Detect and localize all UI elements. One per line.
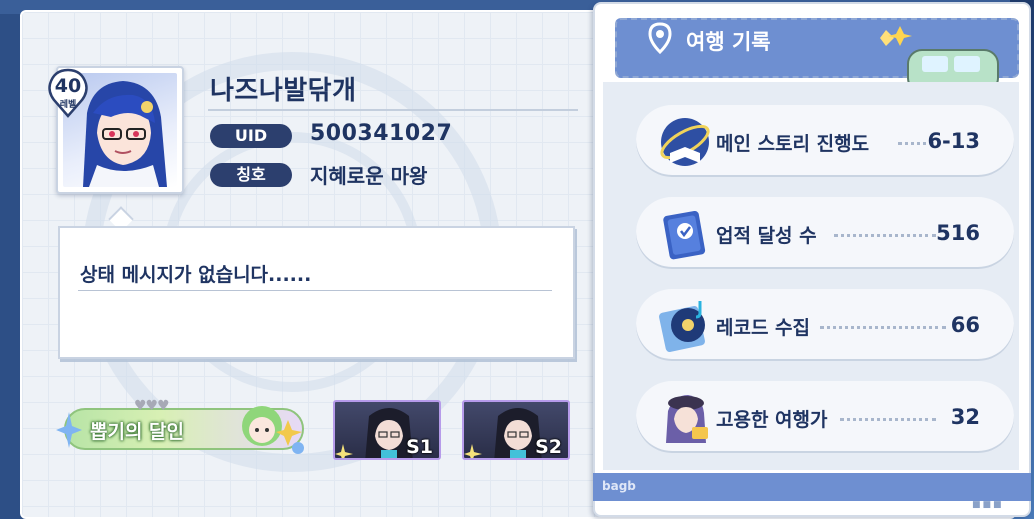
- s2-label: S2: [535, 436, 562, 458]
- level-label: 레벨: [59, 100, 77, 110]
- stat-achievements[interactable]: 업적 달성 수 516: [636, 197, 1014, 269]
- stat-label: 메인 스토리 진행도: [716, 133, 870, 155]
- sparkle-icon: [56, 412, 82, 448]
- level-number: 40: [54, 75, 82, 97]
- stat-main-story[interactable]: 메인 스토리 진행도 6-13: [636, 105, 1014, 177]
- travel-log-footer: [593, 473, 1031, 501]
- stat-label: 레코드 수집: [716, 317, 811, 339]
- stat-records[interactable]: 레코드 수집 66: [636, 289, 1014, 361]
- uid-label-pill: UID: [210, 124, 292, 148]
- character-chibi-icon: [242, 406, 304, 454]
- status-message: 상태 메시지가 없습니다......: [80, 264, 312, 286]
- footer-brand: bagb: [602, 479, 636, 493]
- s1-label: S1: [406, 436, 433, 458]
- traveler-portrait-icon: [666, 395, 708, 443]
- record-disc-icon: [659, 301, 705, 352]
- stat-value: 6-13: [927, 129, 980, 153]
- heart-icons: ♥♥♥: [134, 398, 170, 414]
- title-value: 지혜로운 마왕: [310, 164, 428, 188]
- story-book-icon: [660, 118, 710, 166]
- stat-value: 66: [950, 313, 980, 337]
- title-label-pill: 칭호: [210, 163, 292, 187]
- badge-label: 뽑기의 달인: [90, 421, 185, 443]
- gacha-master-badge[interactable]: ♥♥♥ 뽑기의 달인: [54, 398, 316, 460]
- s2-character-badge[interactable]: S2: [462, 400, 570, 460]
- stat-leader-dots: [840, 418, 936, 421]
- status-underline: [78, 290, 552, 291]
- stat-value: 516: [936, 221, 980, 245]
- stat-label: 업적 달성 수: [716, 225, 817, 247]
- nickname: 나즈나발닦개: [210, 76, 357, 106]
- stat-value: 32: [950, 405, 980, 429]
- uid-value[interactable]: 500341027: [310, 121, 452, 146]
- achievement-book-icon: [663, 211, 706, 260]
- nickname-divider: [208, 109, 578, 111]
- travel-log-title: 여행 기록: [686, 30, 771, 54]
- stat-leader-dots: [834, 234, 936, 237]
- s1-character-badge[interactable]: S1: [333, 400, 441, 460]
- location-pin-icon: [648, 22, 672, 54]
- footer-dots-icon: ■■■: [972, 500, 1004, 510]
- stat-label: 고용한 여행가: [716, 409, 828, 431]
- stat-leader-dots: [820, 326, 946, 329]
- stat-travelers[interactable]: 고용한 여행가 32: [636, 381, 1014, 453]
- status-message-box[interactable]: 상태 메시지가 없습니다......: [58, 226, 575, 359]
